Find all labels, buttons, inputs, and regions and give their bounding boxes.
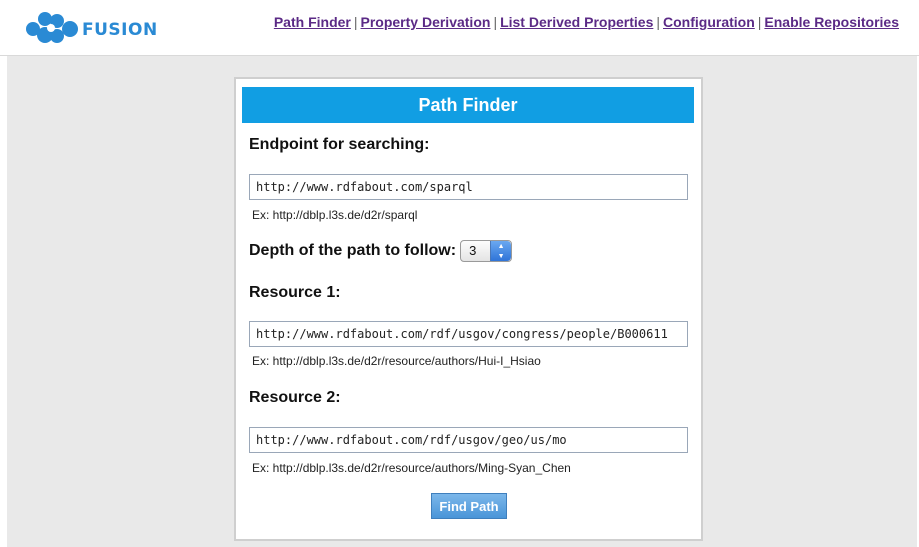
nav-separator: | (757, 14, 762, 30)
nav-separator: | (353, 14, 358, 30)
header: FUSION Path Finder | Property Derivation | L… (0, 0, 919, 55)
nav-link-enable-repositories[interactable]: Enable Repositories (764, 14, 899, 30)
select-arrows-icon[interactable]: ▲ ▼ (490, 241, 512, 261)
endpoint-hint: Ex: http://dblp.l3s.de/d2r/sparql (252, 208, 418, 222)
brand-name: FUSION (82, 20, 158, 40)
logo-circles-icon (26, 12, 78, 43)
depth-row: Depth of the path to follow: 3 ▲ ▼ (249, 239, 513, 263)
depth-selected-value: 3 (469, 243, 477, 258)
resource1-label: Resource 1: (249, 284, 341, 301)
nav-separator: | (493, 14, 498, 30)
endpoint-input[interactable] (249, 174, 688, 200)
content-area: Path Finder Endpoint for searching: Ex: … (7, 56, 917, 547)
depth-label: Depth of the path to follow: (249, 242, 457, 259)
find-path-button[interactable]: Find Path (431, 493, 507, 519)
nav-link-property-derivation[interactable]: Property Derivation (361, 14, 491, 30)
panel-title: Path Finder (242, 87, 694, 123)
top-nav: Path Finder | Property Derivation | List Der… (274, 14, 899, 30)
resource1-hint: Ex: http://dblp.l3s.de/d2r/resource/auth… (252, 354, 541, 368)
resource2-input[interactable] (249, 427, 688, 453)
resource1-input[interactable] (249, 321, 688, 347)
nav-separator: | (656, 14, 660, 30)
resource2-label: Resource 2: (249, 389, 341, 406)
resource2-hint: Ex: http://dblp.l3s.de/d2r/resource/auth… (252, 461, 571, 475)
path-finder-form: Path Finder Endpoint for searching: Ex: … (234, 77, 703, 541)
endpoint-label: Endpoint for searching: (249, 136, 430, 153)
fusion-logo[interactable]: FUSION (24, 9, 164, 47)
nav-link-path-finder[interactable]: Path Finder (274, 14, 351, 30)
nav-link-configuration[interactable]: Configuration (663, 14, 755, 30)
depth-select[interactable]: 3 ▲ ▼ (460, 240, 513, 262)
nav-link-list-derived-properties[interactable]: List Derived Properties (500, 14, 653, 30)
